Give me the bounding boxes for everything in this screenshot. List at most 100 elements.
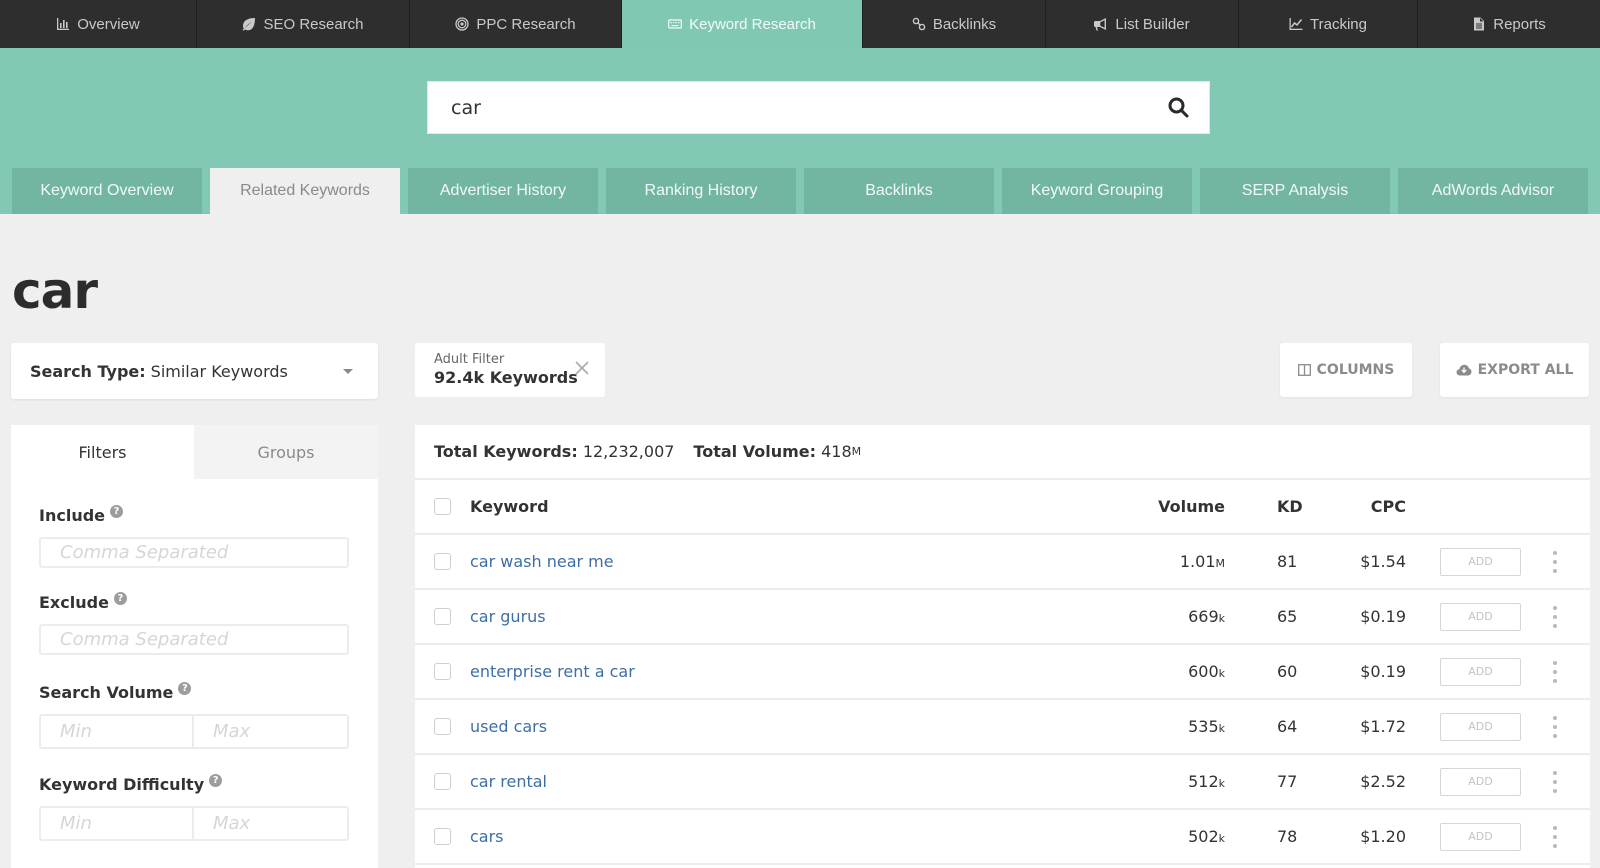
tab-keyword-grouping[interactable]: Keyword Grouping (1002, 168, 1192, 214)
table-row: used cars 535k 64 $1.72 ADD (415, 700, 1590, 755)
nav-keyword-research[interactable]: Keyword Research (621, 0, 862, 48)
select-all-checkbox[interactable] (434, 498, 451, 515)
volume-cell: 600k (1188, 662, 1225, 681)
results-table: Total Keywords: 12,232,007 Total Volume:… (415, 425, 1590, 868)
tab-filters[interactable]: Filters (11, 425, 194, 479)
keyboard-icon (668, 19, 683, 29)
leaf-icon (242, 18, 256, 31)
total-volume-unit: M (851, 445, 862, 458)
nav-label: Tracking (1310, 15, 1367, 33)
export-all-button[interactable]: EXPORT ALL (1440, 343, 1589, 397)
row-checkbox[interactable] (434, 773, 451, 790)
include-input[interactable] (41, 539, 347, 566)
exclude-input[interactable] (41, 626, 347, 653)
row-checkbox[interactable] (434, 663, 451, 680)
total-volume-label: Total Volume: (693, 442, 816, 461)
keyword-link[interactable]: cars (470, 827, 504, 846)
nav-label: SEO Research (263, 15, 364, 33)
top-nav: Overview SEO Research PPC Research Keywo… (0, 0, 1600, 48)
nav-backlinks[interactable]: Backlinks (862, 0, 1045, 48)
search-type-value: Similar Keywords (150, 361, 288, 381)
row-checkbox[interactable] (434, 553, 451, 570)
column-header-cpc[interactable]: CPC (1371, 497, 1406, 516)
tab-ranking-history[interactable]: Ranking History (606, 168, 796, 214)
keyword-difficulty-max-input[interactable] (194, 808, 347, 839)
search-icon (1168, 97, 1188, 118)
keyword-link[interactable]: car rental (470, 772, 547, 791)
help-icon[interactable]: ? (178, 682, 192, 695)
nav-ppc-research[interactable]: PPC Research (409, 0, 621, 48)
help-icon[interactable]: ? (113, 592, 127, 605)
volume-cell: 502k (1188, 827, 1225, 846)
page-title: car (12, 262, 98, 320)
nav-label: Overview (77, 15, 140, 33)
tab-advertiser-history[interactable]: Advertiser History (408, 168, 598, 214)
include-filter: Include? (11, 505, 378, 568)
tab-serp-analysis[interactable]: SERP Analysis (1200, 168, 1390, 214)
help-icon[interactable]: ? (209, 774, 223, 787)
add-button[interactable]: ADD (1440, 547, 1521, 576)
line-chart-icon (1289, 18, 1303, 30)
exclude-label: Exclude (39, 593, 109, 612)
more-options-icon[interactable] (1550, 825, 1560, 848)
add-button[interactable]: ADD (1440, 657, 1521, 686)
megaphone-icon (1094, 18, 1107, 31)
volume-cell: 669k (1188, 607, 1225, 626)
target-icon (455, 17, 470, 31)
cpc-cell: $1.54 (1360, 552, 1406, 571)
search-volume-max-input[interactable] (194, 716, 347, 747)
tab-adwords-advisor[interactable]: AdWords Advisor (1398, 168, 1588, 214)
add-button[interactable]: ADD (1440, 712, 1521, 741)
row-checkbox[interactable] (434, 718, 451, 735)
add-button[interactable]: ADD (1440, 602, 1521, 631)
search-volume-min-input[interactable] (41, 716, 194, 747)
more-options-icon[interactable] (1550, 770, 1560, 793)
search-hero: Keyword Overview Related Keywords Advert… (0, 48, 1600, 214)
table-header: Keyword Volume KD CPC (415, 480, 1590, 535)
tab-related-keywords[interactable]: Related Keywords (210, 168, 400, 214)
keyword-link[interactable]: used cars (470, 717, 547, 736)
nav-list-builder[interactable]: List Builder (1045, 0, 1238, 48)
cloud-download-icon (1456, 364, 1472, 376)
columns-button[interactable]: COLUMNS (1280, 343, 1412, 397)
total-volume-value: 418 (821, 442, 852, 461)
keyword-link[interactable]: car gurus (470, 607, 546, 626)
add-button[interactable]: ADD (1440, 767, 1521, 796)
table-row: enterprise rent a car 600k 60 $0.19 ADD (415, 645, 1590, 700)
tab-backlinks[interactable]: Backlinks (804, 168, 994, 214)
nav-seo-research[interactable]: SEO Research (196, 0, 409, 48)
kd-cell: 64 (1277, 717, 1298, 736)
search-button[interactable] (1147, 82, 1209, 133)
column-header-keyword[interactable]: Keyword (470, 497, 549, 516)
search-volume-filter: Search Volume? (11, 682, 378, 749)
results-totals: Total Keywords: 12,232,007 Total Volume:… (415, 425, 1590, 480)
more-options-icon[interactable] (1550, 660, 1560, 683)
row-checkbox[interactable] (434, 608, 451, 625)
nav-tracking[interactable]: Tracking (1238, 0, 1417, 48)
more-options-icon[interactable] (1550, 550, 1560, 573)
add-button[interactable]: ADD (1440, 822, 1521, 851)
more-options-icon[interactable] (1550, 605, 1560, 628)
keyword-search-input[interactable] (428, 82, 1147, 133)
nav-label: PPC Research (476, 15, 576, 33)
more-options-icon[interactable] (1550, 715, 1560, 738)
keyword-difficulty-min-input[interactable] (41, 808, 194, 839)
help-icon[interactable]: ? (110, 505, 124, 518)
column-header-kd[interactable]: KD (1277, 497, 1303, 516)
cpc-cell: $0.19 (1360, 662, 1406, 681)
close-icon[interactable] (573, 359, 591, 377)
keyword-link[interactable]: car wash near me (470, 552, 614, 571)
column-header-volume[interactable]: Volume (1158, 497, 1225, 516)
row-checkbox[interactable] (434, 828, 451, 845)
document-icon (1474, 17, 1485, 31)
search-volume-label: Search Volume (39, 683, 174, 702)
nav-reports[interactable]: Reports (1417, 0, 1600, 48)
keyword-link[interactable]: enterprise rent a car (470, 662, 635, 681)
tab-groups[interactable]: Groups (194, 425, 378, 479)
tab-keyword-overview[interactable]: Keyword Overview (12, 168, 202, 214)
search-type-dropdown[interactable]: Search Type: Similar Keywords (11, 343, 378, 399)
adult-filter-chip: Adult Filter 92.4k Keywords (415, 343, 605, 397)
volume-cell: 512k (1188, 772, 1225, 791)
nav-overview[interactable]: Overview (0, 0, 196, 48)
keyword-difficulty-label: Keyword Difficulty (39, 775, 205, 794)
